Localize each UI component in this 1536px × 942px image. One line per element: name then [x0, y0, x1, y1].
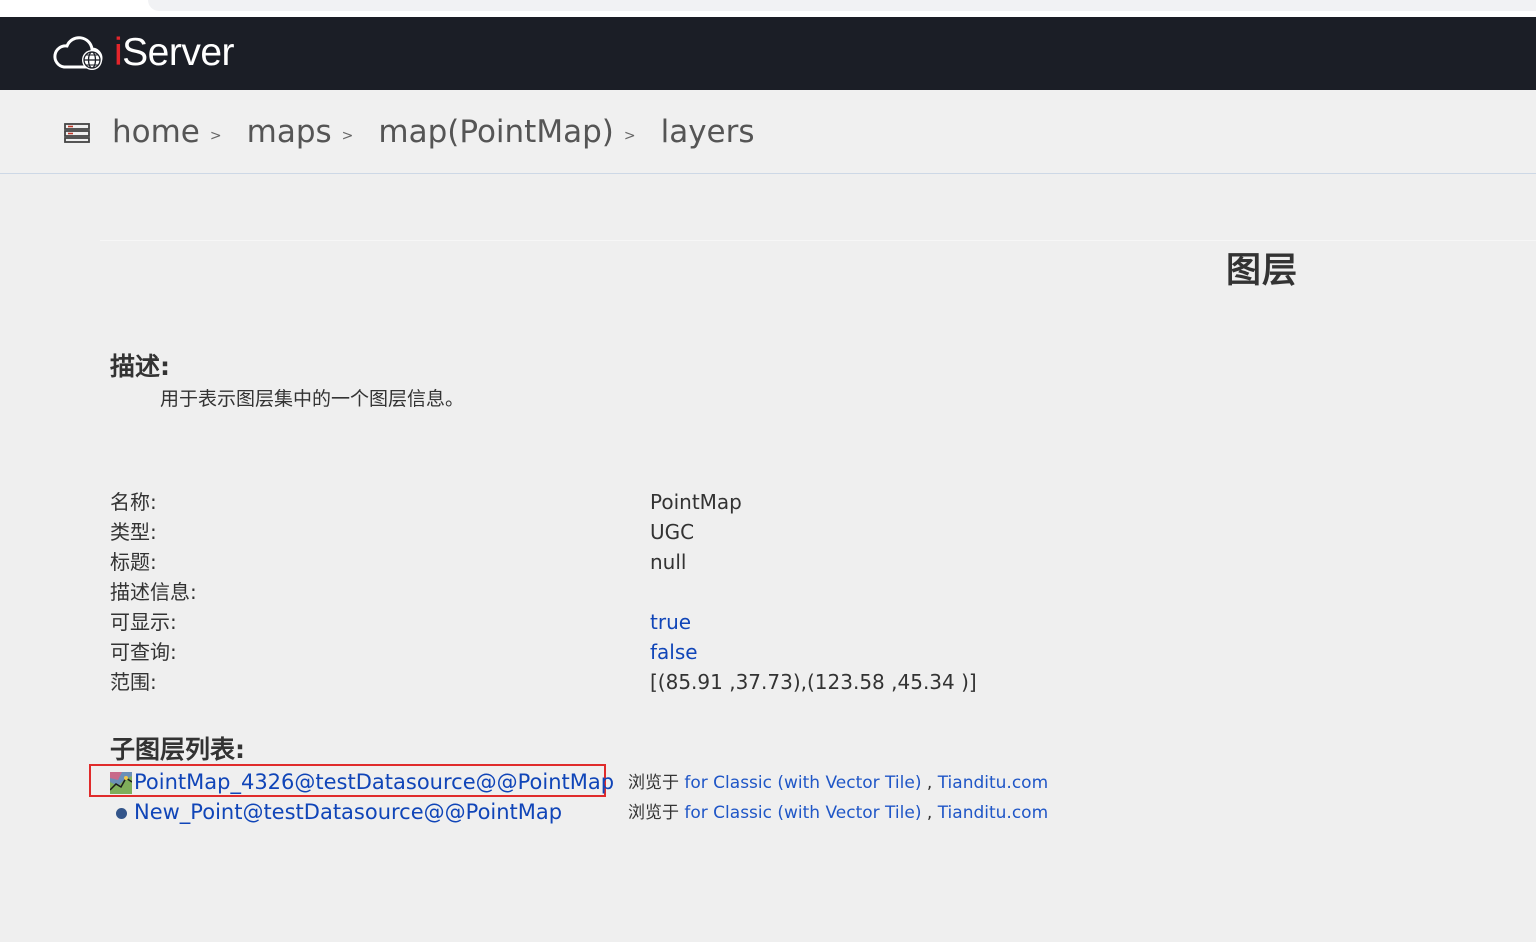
browse-options: 浏览于 for Classic (with Vector Tile) , Tia…: [628, 768, 1048, 798]
sublayer-link[interactable]: New_Point@testDatasource@@PointMap: [134, 797, 562, 827]
property-label: 可显示:: [110, 610, 177, 634]
browse-separator: ,: [926, 773, 933, 793]
property-value: [(85.91 ,37.73),(123.58 ,45.34 )]: [650, 670, 977, 694]
property-row-description: 描述信息:: [110, 577, 1010, 607]
sublayer-link[interactable]: PointMap_4326@testDatasource@@PointMap: [134, 767, 614, 797]
property-label: 类型:: [110, 520, 157, 544]
property-row-caption: 标题: null: [110, 547, 1010, 577]
queryable-value-link[interactable]: false: [650, 637, 698, 667]
property-value: null: [650, 550, 687, 574]
breadcrumb-map[interactable]: map(PointMap): [378, 114, 613, 150]
browser-tab-edge: [148, 0, 1536, 11]
browse-classic-link[interactable]: for Classic (with Vector Tile): [684, 803, 921, 823]
property-label: 标题:: [110, 550, 157, 574]
browse-classic-link[interactable]: for Classic (with Vector Tile): [684, 773, 921, 793]
breadcrumb-maps[interactable]: maps: [247, 114, 332, 150]
content-divider: [100, 240, 1536, 241]
property-row-bounds: 范围: [(85.91 ,37.73),(123.58 ,45.34 )]: [110, 667, 1010, 697]
property-value: PointMap: [650, 490, 742, 514]
property-label: 可查询:: [110, 640, 177, 664]
browse-prefix: 浏览于: [628, 803, 679, 823]
list-item: New_Point@testDatasource@@PointMap 浏览于 f…: [110, 797, 1110, 827]
property-row-type: 类型: UGC: [110, 517, 1010, 547]
page-title: 图层: [1226, 251, 1299, 291]
breadcrumb: home > maps > map(PointMap) > layers: [64, 90, 755, 173]
description-heading: 描述:: [110, 352, 170, 381]
sublayers-heading: 子图层列表:: [110, 735, 245, 764]
breadcrumb-separator: >: [623, 127, 636, 144]
property-row-visible: 可显示: true: [110, 607, 1010, 637]
browse-options: 浏览于 for Classic (with Vector Tile) , Tia…: [628, 798, 1048, 828]
description-text: 用于表示图层集中的一个图层信息。: [160, 388, 465, 410]
visible-value-link[interactable]: true: [650, 607, 691, 637]
properties-list: 名称: PointMap 类型: UGC 标题: null 描述信息: 可显示:…: [110, 487, 1010, 697]
cloud-globe-icon: [53, 36, 103, 70]
breadcrumb-home[interactable]: home: [112, 114, 200, 150]
breadcrumb-bar: home > maps > map(PointMap) > layers: [0, 90, 1536, 174]
property-label: 名称:: [110, 490, 157, 514]
server-stack-icon: [64, 122, 90, 143]
property-row-name: 名称: PointMap: [110, 487, 1010, 517]
point-dot-icon: [116, 808, 127, 819]
list-item: PointMap_4326@testDatasource@@PointMap 浏…: [110, 767, 1110, 797]
top-navbar: iServer: [0, 17, 1536, 90]
breadcrumb-separator: >: [209, 127, 222, 144]
layer-thumbnail-icon: [110, 772, 132, 794]
property-value: UGC: [650, 520, 695, 544]
property-label: 范围:: [110, 670, 157, 694]
browse-tianditu-link[interactable]: Tianditu.com: [938, 773, 1048, 793]
property-label: 描述信息:: [110, 580, 197, 604]
breadcrumb-layers: layers: [660, 113, 755, 150]
browser-strip: [0, 0, 1536, 17]
property-row-queryable: 可查询: false: [110, 637, 1010, 667]
logo-text: iServer: [114, 31, 235, 74]
browse-prefix: 浏览于: [628, 773, 679, 793]
sublayer-list: PointMap_4326@testDatasource@@PointMap 浏…: [110, 767, 1110, 827]
breadcrumb-separator: >: [341, 127, 354, 144]
browse-separator: ,: [926, 803, 933, 823]
browse-tianditu-link[interactable]: Tianditu.com: [938, 803, 1048, 823]
iserver-logo[interactable]: iServer: [52, 31, 235, 75]
